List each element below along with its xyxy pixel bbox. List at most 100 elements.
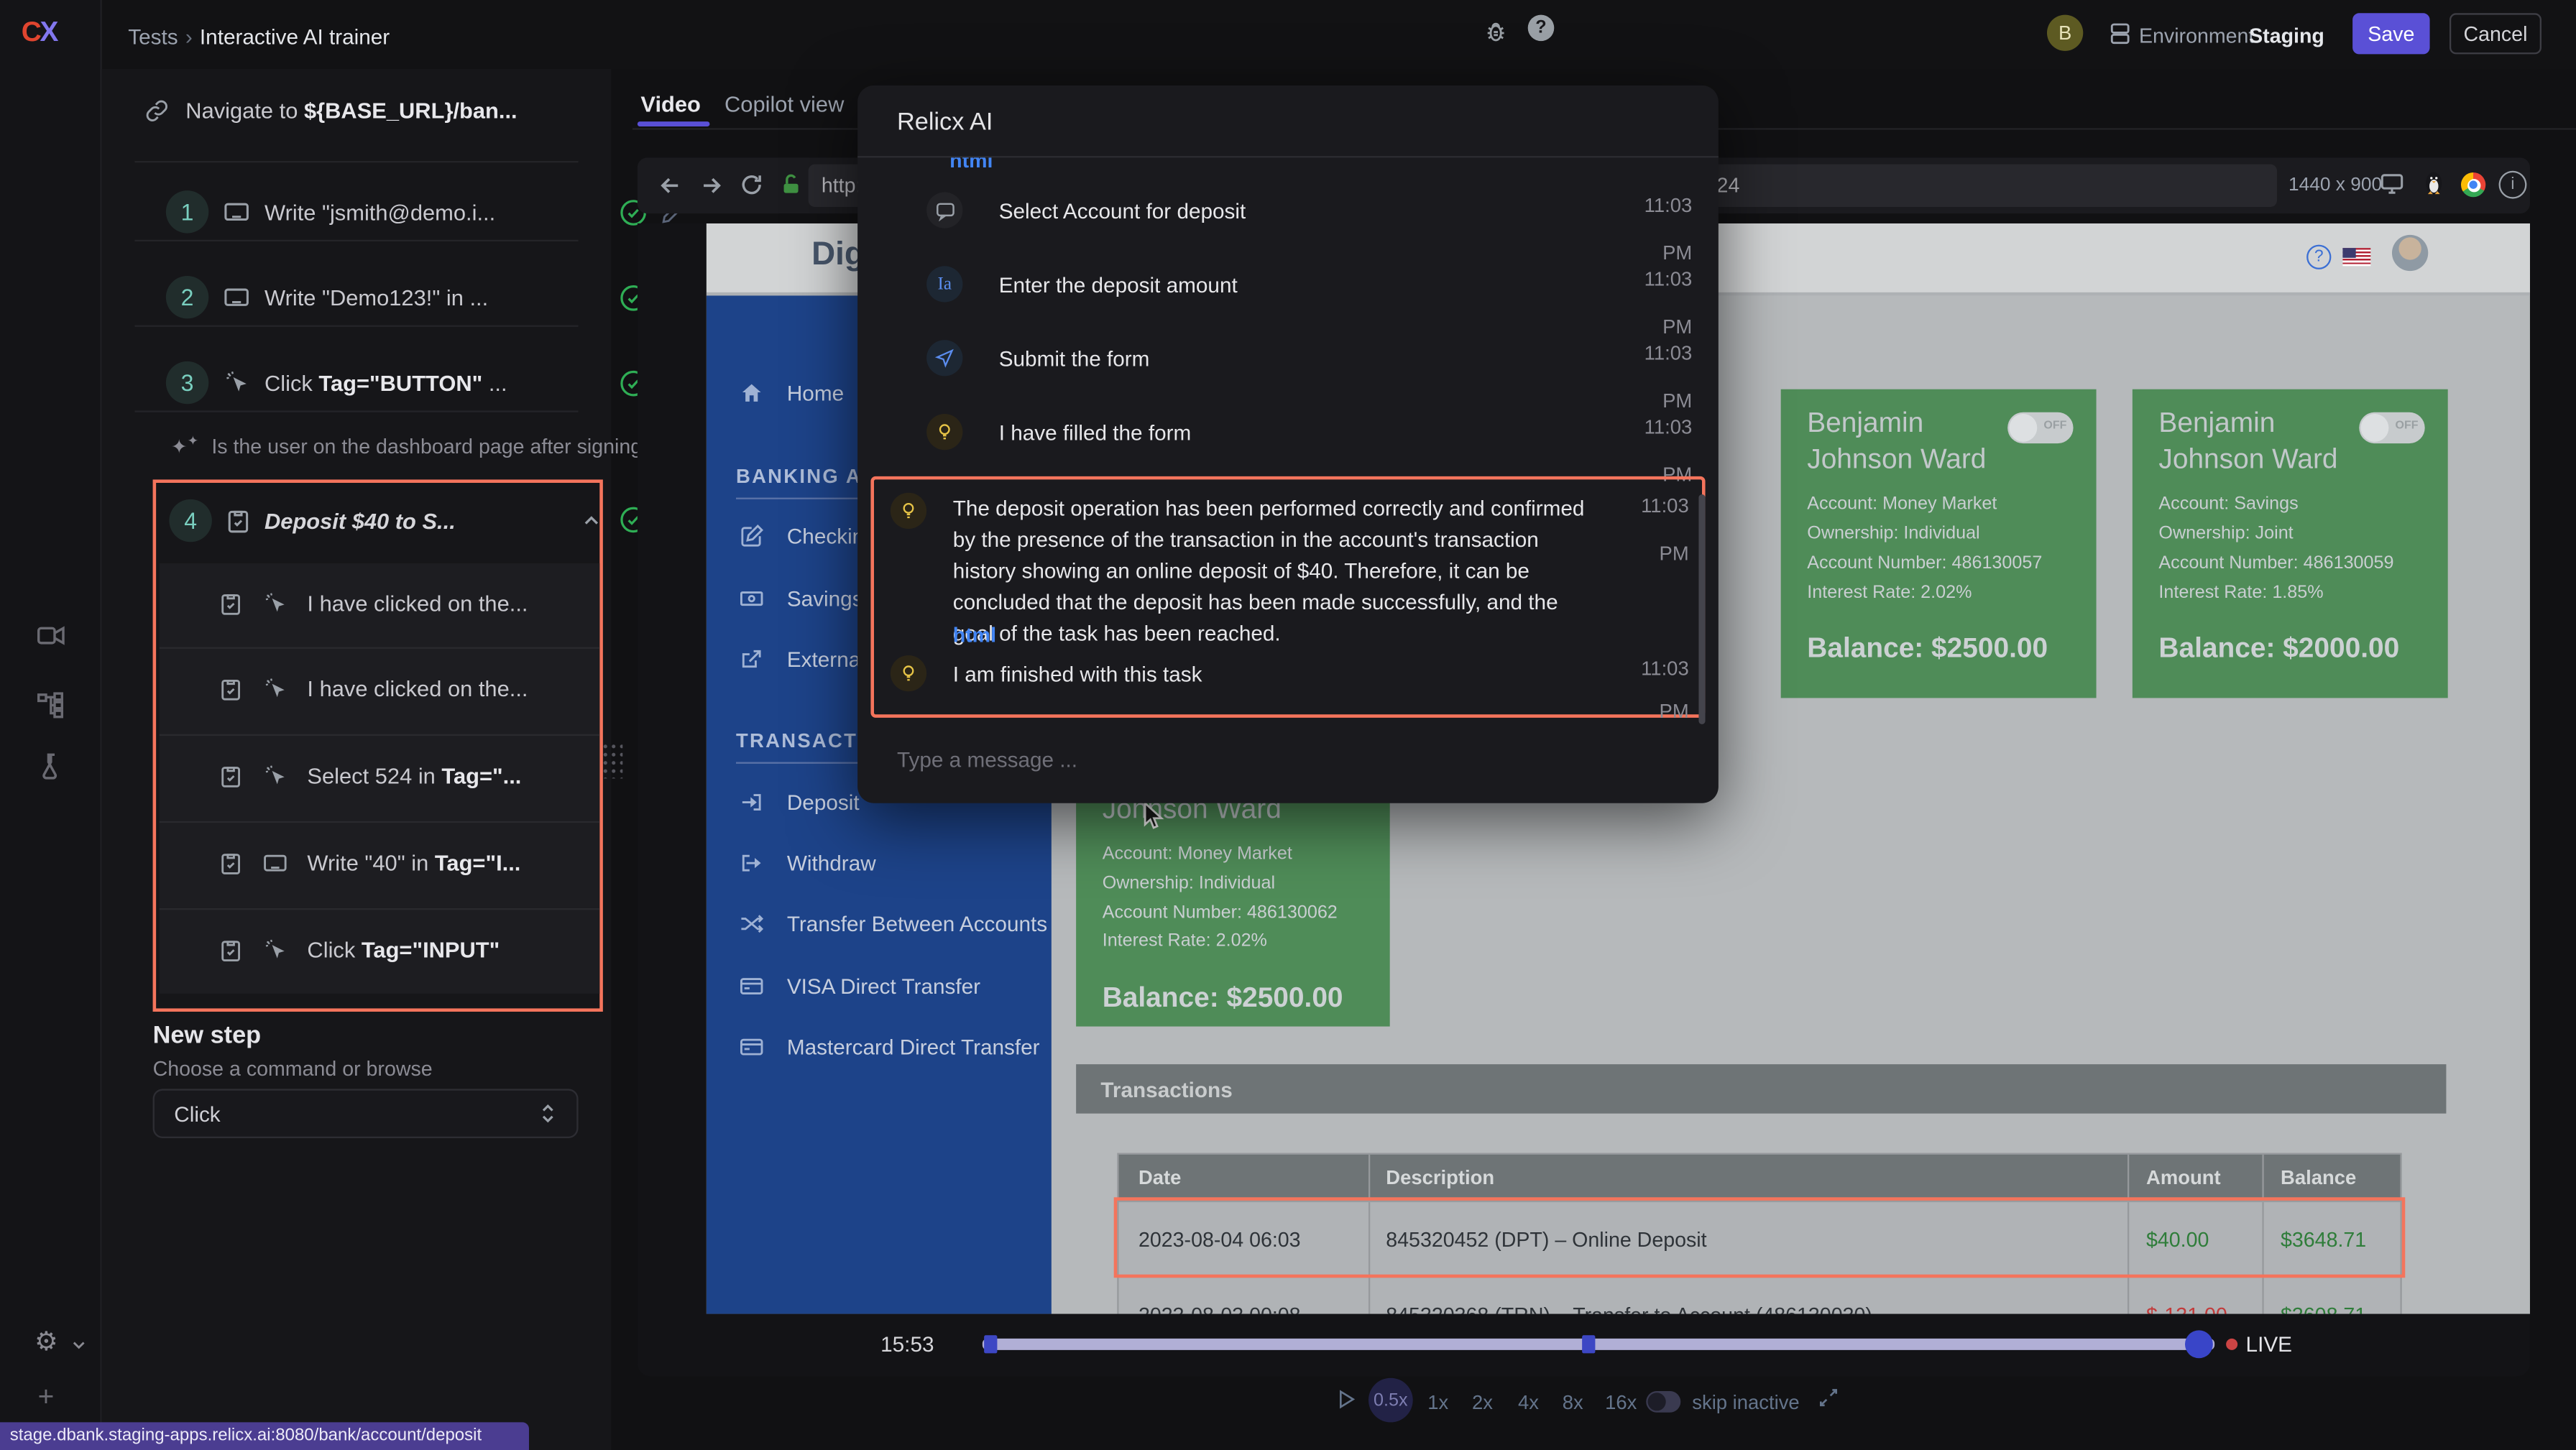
table-row[interactable]: 2023-08-03 00:08 845320368 (TRN) – Trans… bbox=[1119, 1276, 2401, 1314]
chat-message: Select Account for deposit bbox=[999, 199, 1246, 223]
account-type: Account: Savings bbox=[2158, 494, 2298, 514]
timeline-marker[interactable] bbox=[1582, 1335, 1595, 1353]
timeline-track[interactable] bbox=[983, 1339, 2214, 1350]
chat-scrollbar[interactable] bbox=[1698, 494, 1705, 724]
skip-inactive-toggle[interactable] bbox=[1646, 1391, 1680, 1413]
page-title: Interactive AI trainer bbox=[200, 24, 390, 49]
command-select[interactable]: Click bbox=[153, 1089, 579, 1138]
info-icon[interactable]: i bbox=[2499, 171, 2527, 199]
tab-copilot-view[interactable]: Copilot view bbox=[724, 92, 844, 116]
add-icon[interactable]: + bbox=[38, 1381, 55, 1414]
new-step-title: New step bbox=[153, 1022, 262, 1050]
account-balance: Balance: $2500.00 bbox=[1103, 982, 1343, 1015]
substep-5[interactable]: Click Tag="INPUT" bbox=[218, 938, 500, 962]
home-icon bbox=[740, 381, 764, 405]
bank-nav-withdraw[interactable]: Withdraw bbox=[740, 851, 876, 875]
reload-icon[interactable] bbox=[740, 172, 764, 197]
account-number: Account Number: 486130062 bbox=[1103, 903, 1338, 923]
bug-icon[interactable] bbox=[1484, 19, 1508, 44]
chat-messages[interactable]: html Select Account for deposit 11:03 PM… bbox=[857, 157, 1719, 732]
fullscreen-icon[interactable] bbox=[1817, 1386, 1840, 1409]
account-balance: Balance: $2500.00 bbox=[1807, 632, 2048, 665]
chat-message-time: 11:03 bbox=[1610, 415, 1692, 438]
panel-resize-handle[interactable] bbox=[602, 742, 623, 778]
step-2[interactable]: 2 Write "Demo123!" in ... bbox=[166, 276, 488, 318]
flow-tree-icon[interactable] bbox=[36, 690, 65, 719]
speed-8x[interactable]: 8x bbox=[1563, 1391, 1583, 1414]
step-4-number: 4 bbox=[169, 499, 211, 542]
bank-nav-mastercard[interactable]: Mastercard Direct Transfer bbox=[740, 1035, 1040, 1059]
collapse-icon[interactable] bbox=[580, 509, 603, 532]
chevron-down-icon[interactable] bbox=[69, 1335, 88, 1354]
chat-message: Submit the form bbox=[999, 346, 1150, 371]
substep-4[interactable]: Write "40" in Tag="I... bbox=[218, 851, 520, 875]
col-balance: Balance bbox=[2263, 1155, 2401, 1201]
speed-1x[interactable]: 1x bbox=[1427, 1391, 1448, 1414]
timeline-playhead[interactable] bbox=[2185, 1330, 2213, 1358]
us-flag-icon[interactable] bbox=[2342, 248, 2370, 266]
bank-nav-checking[interactable]: Checking bbox=[740, 524, 876, 548]
credit-card-icon bbox=[740, 1035, 764, 1059]
tab-video[interactable]: Video bbox=[640, 92, 700, 116]
card-toggle[interactable]: OFF bbox=[2359, 412, 2424, 443]
lightbulb-icon bbox=[926, 414, 962, 450]
bank-nav-visa[interactable]: VISA Direct Transfer bbox=[740, 974, 980, 998]
step-1-label: Write "jsmith@demo.i... bbox=[264, 200, 495, 224]
assertion-label: Is the user on the dashboard page after … bbox=[211, 435, 642, 458]
bank-avatar[interactable] bbox=[2392, 235, 2428, 271]
video-camera-icon[interactable] bbox=[36, 621, 65, 650]
speed-4x[interactable]: 4x bbox=[1518, 1391, 1539, 1414]
back-icon[interactable] bbox=[657, 172, 684, 199]
step-navigate[interactable]: Navigate to ${BASE_URL}/ban... bbox=[144, 98, 517, 123]
speed-2x[interactable]: 2x bbox=[1472, 1391, 1493, 1414]
bank-nav-external[interactable]: External bbox=[740, 647, 865, 672]
save-button[interactable]: Save bbox=[2352, 13, 2429, 54]
forward-icon[interactable] bbox=[698, 172, 724, 199]
monitor-icon[interactable] bbox=[2379, 171, 2406, 198]
bank-nav-deposit[interactable]: Deposit bbox=[740, 790, 860, 814]
account-card: BenjaminJohnson Ward OFF Account: Saving… bbox=[2133, 389, 2448, 698]
substep-1[interactable]: I have clicked on the... bbox=[218, 591, 528, 616]
cancel-button[interactable]: Cancel bbox=[2450, 13, 2542, 54]
link-icon bbox=[144, 98, 169, 123]
step-3[interactable]: 3 Click Tag="BUTTON" ... bbox=[166, 361, 507, 404]
html-link[interactable]: html bbox=[949, 157, 993, 172]
app-root: Tests › Interactive AI trainer ? B Envir… bbox=[0, 0, 2576, 1450]
step-4-substeps: I have clicked on the... I have clicked … bbox=[160, 563, 600, 994]
chat-message-time: 11:03 bbox=[1610, 341, 1692, 364]
txn-balance: $3608.71 bbox=[2263, 1278, 2401, 1313]
clipboard-icon bbox=[218, 677, 243, 701]
play-icon[interactable] bbox=[1334, 1387, 1357, 1410]
step-4-header[interactable]: 4 Deposit $40 to S... bbox=[169, 499, 455, 542]
speed-16x[interactable]: 16x bbox=[1605, 1391, 1637, 1414]
clipboard-icon bbox=[218, 851, 243, 875]
table-row[interactable]: 2023-08-04 06:03 845320452 (DPT) – Onlin… bbox=[1119, 1201, 2401, 1276]
bank-nav-savings[interactable]: Savings bbox=[740, 586, 863, 611]
bank-nav-transfer[interactable]: Transfer Between Accounts bbox=[740, 912, 1048, 936]
chat-highlight-box: The deposit operation has been performed… bbox=[870, 476, 1705, 718]
gear-icon[interactable]: ⚙ bbox=[34, 1326, 58, 1359]
chat-message-meridiem: PM bbox=[1606, 542, 1688, 565]
chat-message-meridiem: PM bbox=[1606, 700, 1688, 723]
app-logo[interactable]: CX bbox=[22, 17, 59, 50]
bank-nav-home[interactable]: Home bbox=[740, 381, 845, 405]
breadcrumb-tests[interactable]: Tests bbox=[128, 24, 178, 49]
timeline-marker[interactable] bbox=[984, 1335, 997, 1353]
account-type: Account: Money Market bbox=[1807, 494, 1997, 514]
flask-icon[interactable] bbox=[36, 752, 65, 782]
keyboard-icon bbox=[263, 851, 288, 875]
avatar[interactable]: B bbox=[2047, 15, 2083, 51]
card-toggle[interactable]: OFF bbox=[2007, 412, 2073, 443]
substep-4-target: Tag="I... bbox=[435, 851, 521, 875]
substep-3[interactable]: Select 524 in Tag="... bbox=[218, 764, 521, 788]
chat-input[interactable]: Type a message ... bbox=[897, 747, 1077, 772]
substep-2[interactable]: I have clicked on the... bbox=[218, 677, 528, 701]
help-icon[interactable]: ? bbox=[1528, 15, 1555, 42]
html-link[interactable]: html bbox=[953, 624, 996, 647]
speed-0.5x[interactable]: 0.5x bbox=[1368, 1378, 1413, 1423]
bank-help-icon[interactable]: ? bbox=[2306, 245, 2331, 269]
account-ownership: Ownership: Individual bbox=[1807, 524, 1979, 543]
assertion-row[interactable]: ✦✦ Is the user on the dashboard page aft… bbox=[171, 433, 664, 458]
environment-value[interactable]: Staging bbox=[2249, 24, 2324, 47]
step-1[interactable]: 1 Write "jsmith@demo.i... bbox=[166, 190, 495, 233]
